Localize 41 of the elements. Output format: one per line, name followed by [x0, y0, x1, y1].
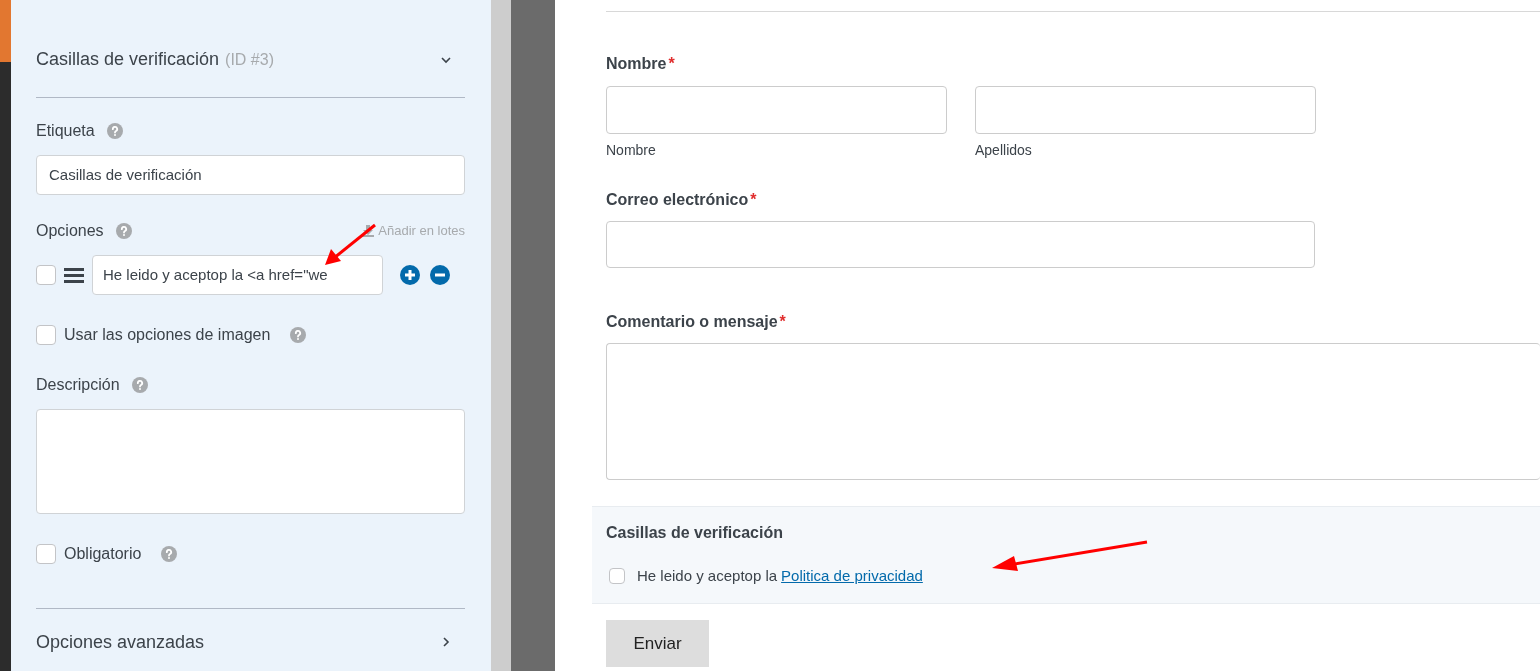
text-field[interactable]	[606, 86, 947, 134]
required-asterisk: *	[668, 54, 675, 74]
active-menu-marker	[0, 0, 11, 62]
checkbox-field-label: Casillas de verificación	[606, 523, 784, 543]
help-icon[interactable]	[161, 546, 178, 562]
add-icon[interactable]	[399, 264, 421, 286]
advanced-options-title[interactable]: Opciones avanzadas	[36, 628, 205, 656]
sublabel: Nombre	[606, 141, 657, 160]
description-field[interactable]	[36, 409, 465, 514]
checkbox[interactable]	[36, 265, 56, 285]
required-label: Obligatorio	[64, 544, 142, 564]
help-icon[interactable]	[131, 377, 148, 393]
options-title: Opciones	[36, 221, 104, 241]
drag-handle-icon[interactable]	[64, 267, 84, 283]
checkbox[interactable]	[36, 544, 56, 564]
required-asterisk: *	[750, 190, 757, 210]
message-label: Comentario o mensaje	[606, 312, 778, 332]
option-field[interactable]: He leido y aceptop la <a href="we	[92, 255, 383, 295]
sublabel: Apellidos	[975, 141, 1033, 160]
email-label: Correo electrónico	[606, 190, 749, 210]
label-field[interactable]: Casillas de verificación	[36, 155, 465, 195]
scrollbar[interactable]	[491, 0, 511, 671]
name-label: Nombre	[606, 54, 667, 74]
help-icon[interactable]	[115, 223, 132, 239]
checkbox[interactable]	[609, 568, 625, 585]
help-icon[interactable]	[290, 327, 307, 343]
field-id: (ID #3)	[225, 50, 274, 70]
privacy-policy-link[interactable]: Politica de privacidad	[781, 565, 923, 588]
remove-icon[interactable]	[429, 264, 451, 286]
description-title: Descripción	[36, 375, 120, 395]
image-choices-label: Usar las opciones de imagen	[64, 325, 271, 345]
checkbox[interactable]	[36, 325, 56, 345]
download-icon	[362, 225, 375, 237]
submit-button[interactable]: Enviar	[606, 620, 709, 667]
label-title: Etiqueta	[36, 121, 95, 141]
help-icon[interactable]	[106, 123, 123, 139]
text-field[interactable]	[975, 86, 1316, 134]
email-field[interactable]	[606, 221, 1315, 268]
field-title: Casillas de verificación	[36, 48, 220, 71]
checkbox-text: He leido y aceptop la	[637, 566, 778, 586]
required-asterisk: *	[779, 312, 786, 332]
